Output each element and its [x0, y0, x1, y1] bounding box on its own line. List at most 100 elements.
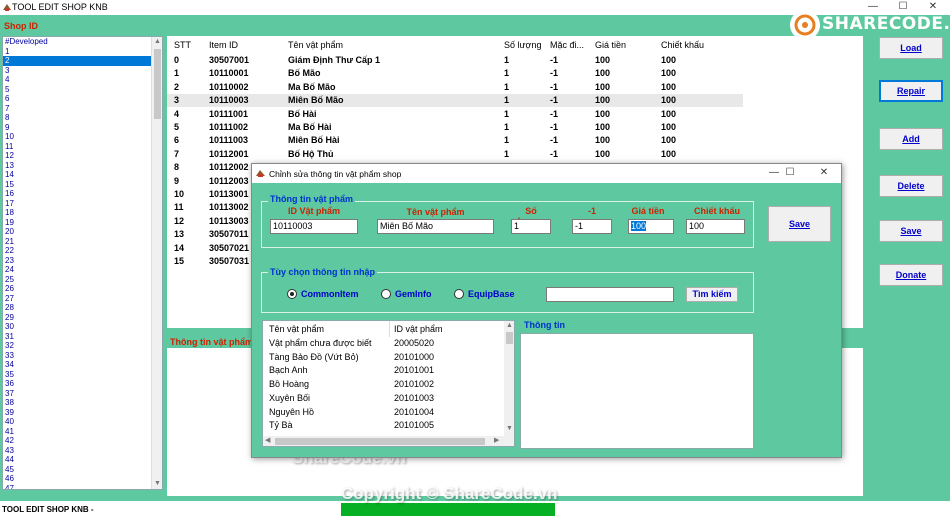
shop-list-item[interactable]: 22 — [3, 246, 151, 256]
table-cell-stt[interactable]: 9 — [174, 176, 179, 186]
lookup-cell-name[interactable]: Bạch Anh — [269, 365, 308, 375]
table-cell-stt[interactable]: 15 — [174, 256, 184, 266]
table-cell-id[interactable]: 30507021 — [209, 243, 249, 253]
scroll-thumb[interactable] — [154, 49, 161, 119]
table-cell-stt[interactable]: 3 — [174, 95, 179, 105]
table-cell-disc[interactable]: 100 — [661, 122, 676, 132]
table-cell-price[interactable]: 100 — [595, 135, 610, 145]
table-cell-stt[interactable]: 7 — [174, 149, 179, 159]
shop-list-item[interactable]: 3 — [3, 66, 151, 76]
lookup-cell-name[interactable]: Xuyên Bối — [269, 393, 310, 403]
shop-list-item[interactable]: 46 — [3, 474, 151, 484]
table-cell-price[interactable]: 100 — [595, 68, 610, 78]
add-button[interactable]: Add — [879, 128, 943, 150]
lookup-cell-id[interactable]: 20101001 — [394, 365, 434, 375]
table-cell-name[interactable]: Bố Hài — [288, 109, 317, 119]
lookup-cell-id[interactable]: 20101003 — [394, 393, 434, 403]
shop-list-item[interactable]: 15 — [3, 180, 151, 190]
table-cell-name[interactable]: Miên Bố Mão — [288, 95, 344, 105]
table-cell-disc[interactable]: 100 — [661, 68, 676, 78]
table-cell-name[interactable]: Giám Định Thư Cấp 1 — [288, 55, 380, 65]
table-cell-price[interactable]: 100 — [595, 55, 610, 65]
shop-list-item[interactable]: 24 — [3, 265, 151, 275]
shop-list-item[interactable]: 25 — [3, 275, 151, 285]
shop-list-item[interactable]: 20 — [3, 227, 151, 237]
shop-list-item[interactable]: 4 — [3, 75, 151, 85]
item-id-field[interactable]: 10110003 — [270, 219, 358, 234]
lookup-cell-name[interactable]: Nguyên Hồ — [269, 407, 314, 417]
table-cell-id[interactable]: 10113001 — [209, 189, 249, 199]
shop-list-item[interactable]: 39 — [3, 408, 151, 418]
shop-list-item[interactable]: 2 — [3, 56, 151, 66]
table-cell-stt[interactable]: 6 — [174, 135, 179, 145]
col-header-mac[interactable]: Mặc đi... — [550, 40, 584, 50]
table-cell-stt[interactable]: 4 — [174, 109, 179, 119]
table-cell-stt[interactable]: 10 — [174, 189, 184, 199]
shop-list-item[interactable]: 18 — [3, 208, 151, 218]
table-cell-stt[interactable]: 5 — [174, 122, 179, 132]
table-cell-id[interactable]: 10112003 — [209, 176, 249, 186]
scroll-up-icon[interactable]: ▲ — [506, 322, 513, 329]
scroll-up-icon[interactable]: ▲ — [152, 37, 162, 47]
list-hscrollbar[interactable]: ◀ ▶ — [263, 436, 504, 446]
vscroll-thumb[interactable] — [506, 332, 513, 344]
table-cell-mac[interactable]: -1 — [550, 122, 558, 132]
table-cell-mac[interactable]: -1 — [550, 109, 558, 119]
scroll-down-icon[interactable]: ▼ — [152, 479, 162, 489]
repair-button[interactable]: Repair — [879, 80, 943, 102]
table-cell-qty[interactable]: 1 — [504, 122, 509, 132]
table-cell-disc[interactable]: 100 — [661, 82, 676, 92]
table-cell-disc[interactable]: 100 — [661, 135, 676, 145]
col-header-discount[interactable]: Chiết khấu — [661, 40, 704, 50]
table-cell-name[interactable]: Ma Bố Hài — [288, 122, 332, 132]
shop-list-item[interactable]: 14 — [3, 170, 151, 180]
shop-list-item[interactable]: #Developed — [3, 37, 151, 47]
table-cell-id[interactable]: 10110003 — [209, 95, 249, 105]
table-cell-id[interactable]: 30507011 — [209, 229, 249, 239]
lookup-cell-id[interactable]: 20101000 — [394, 352, 434, 362]
save-button[interactable]: Save — [879, 220, 943, 242]
shop-list-item[interactable]: 27 — [3, 294, 151, 304]
shop-list-item[interactable]: 34 — [3, 360, 151, 370]
shop-list-item[interactable]: 44 — [3, 455, 151, 465]
dialog-close-button[interactable]: ✕ — [809, 166, 839, 181]
radio-commonitem[interactable]: CommonItem — [287, 289, 367, 301]
table-cell-id[interactable]: 10111001 — [209, 109, 248, 119]
shop-list-item[interactable]: 7 — [3, 104, 151, 114]
table-cell-price[interactable]: 100 — [595, 82, 610, 92]
table-cell-qty[interactable]: 1 — [504, 135, 509, 145]
price-field[interactable]: 100 — [628, 219, 674, 234]
shop-list-item[interactable]: 13 — [3, 161, 151, 171]
shop-list-item[interactable]: 47 — [3, 484, 151, 490]
table-cell-id[interactable]: 30507001 — [209, 55, 249, 65]
table-cell-name[interactable]: Ma Bố Mão — [288, 82, 336, 92]
shop-list-item[interactable]: 26 — [3, 284, 151, 294]
table-cell-name[interactable]: Miên Bố Hài — [288, 135, 340, 145]
shop-list-item[interactable]: 43 — [3, 446, 151, 456]
scroll-left-icon[interactable]: ◀ — [265, 436, 270, 444]
table-cell-id[interactable]: 10113003 — [209, 216, 249, 226]
list-vscrollbar[interactable]: ▲ ▼ — [504, 321, 514, 446]
shop-list-item[interactable]: 23 — [3, 256, 151, 266]
dialog-maximize-button[interactable]: ☐ — [775, 166, 805, 181]
delete-button[interactable]: Delete — [879, 175, 943, 197]
shop-list-scrollbar[interactable]: ▲ ▼ — [151, 37, 162, 489]
table-cell-mac[interactable]: -1 — [550, 68, 558, 78]
table-cell-id[interactable]: 10110002 — [209, 82, 249, 92]
shop-list-item[interactable]: 33 — [3, 351, 151, 361]
shop-list-item[interactable]: 6 — [3, 94, 151, 104]
list-col-header-id[interactable]: ID vật phẩm — [394, 324, 443, 334]
table-cell-qty[interactable]: 1 — [504, 68, 509, 78]
radio-equipbase[interactable]: EquipBase — [454, 289, 524, 301]
table-cell-stt[interactable]: 1 — [174, 68, 179, 78]
table-cell-qty[interactable]: 1 — [504, 109, 509, 119]
table-cell-disc[interactable]: 100 — [661, 55, 676, 65]
table-cell-qty[interactable]: 1 — [504, 95, 509, 105]
shop-list-item[interactable]: 11 — [3, 142, 151, 152]
table-cell-price[interactable]: 100 — [595, 109, 610, 119]
shop-list-item[interactable]: 8 — [3, 113, 151, 123]
table-cell-mac[interactable]: -1 — [550, 55, 558, 65]
search-input[interactable] — [546, 287, 674, 302]
search-button[interactable]: Tìm kiếm — [686, 287, 738, 302]
col-header-name[interactable]: Tên vật phẩm — [288, 40, 343, 50]
